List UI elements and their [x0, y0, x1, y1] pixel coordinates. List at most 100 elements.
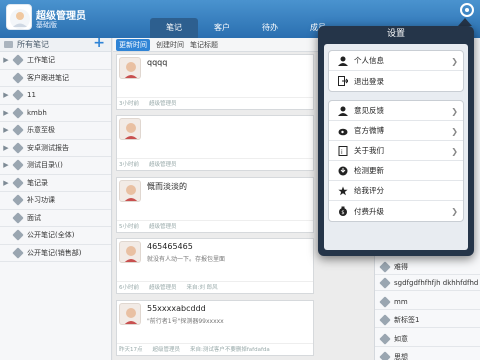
tag-item[interactable]: sgdfgdfhfhfjh dkhhfdfhd	[375, 276, 480, 291]
sidebar-item[interactable]: 公开笔记(销售部)	[0, 245, 111, 262]
note-card[interactable]: 3小时前 超级管理员	[116, 115, 314, 171]
tag-icon	[379, 261, 391, 273]
divider	[117, 281, 313, 282]
logout-icon	[335, 76, 351, 86]
person-icon	[335, 56, 351, 66]
notebook-tag-icon	[12, 54, 24, 66]
expand-caret-icon[interactable]: ▶	[0, 109, 12, 117]
svg-text:$: $	[341, 210, 344, 216]
notebook-tag-icon	[12, 124, 24, 136]
divider	[117, 158, 313, 159]
note-meta-item: 超级管理员	[149, 162, 177, 168]
moneybag-icon: $	[335, 206, 351, 216]
tag-item[interactable]: mm	[375, 295, 480, 310]
menu-item-label: 检测更新	[354, 166, 384, 175]
add-notebook-button[interactable]: +	[93, 36, 105, 50]
sidebar-item-label: kmbh	[27, 108, 47, 117]
expand-caret-icon[interactable]: ▶	[0, 161, 12, 169]
expand-caret-icon[interactable]: ▶	[0, 56, 12, 64]
tag-item[interactable]: 新标签1	[375, 313, 480, 328]
note-card[interactable]: 465465465 就没有人动一下。存报包里面 6小时前 超级管理员 来自:刘 郎风	[116, 238, 314, 294]
settings-menu-item[interactable]: 检测更新	[329, 161, 463, 181]
star-icon	[335, 186, 351, 196]
sidebar-item[interactable]: 补习功课	[0, 192, 111, 210]
update-icon	[335, 166, 351, 176]
sidebar-item[interactable]: ▶ 测试目录\()	[0, 157, 111, 175]
tab-todo[interactable]: 待办	[246, 18, 294, 38]
tag-icon	[379, 277, 391, 289]
note-card[interactable]: 慨而淡淡的 5小时前 超级管理员	[116, 177, 314, 233]
note-thumbnail	[119, 57, 141, 79]
tag-label: mm	[394, 298, 408, 306]
divider	[117, 220, 313, 221]
settings-icon[interactable]	[460, 3, 474, 17]
sidebar-item-label: 安卓测试报告	[27, 143, 69, 152]
sidebar-item-label: 笔记录	[27, 178, 48, 187]
note-card[interactable]: 55xxxxabcddd "前行者1号"探测器99xxxxx 昨天17点 超级管理员 来…	[116, 300, 314, 356]
sidebar-item-label: 测试目录\()	[27, 161, 63, 170]
sidebar-item[interactable]: 面试	[0, 210, 111, 227]
note-meta-item: 6小时前	[119, 285, 139, 291]
weibo-icon	[335, 126, 351, 136]
tag-icon	[379, 333, 391, 345]
settings-menu-item[interactable]: 官方微博 ❯	[329, 121, 463, 141]
note-meta-item: 3小时前	[119, 101, 139, 107]
notebook-tag-icon	[12, 159, 24, 171]
tab-notes[interactable]: 笔记	[150, 18, 198, 38]
sidebar-item[interactable]: ▶ kmbh	[0, 105, 111, 122]
settings-menu-item[interactable]: i 关于我们 ❯	[329, 141, 463, 161]
chevron-right-icon: ❯	[451, 127, 458, 136]
tag-item[interactable]: 难得	[375, 260, 480, 275]
tag-label: 思想	[394, 353, 408, 360]
tag-item[interactable]: 思想	[375, 350, 480, 360]
sidebar-header[interactable]: 所有笔记 +	[0, 36, 111, 52]
note-thumbnail	[119, 180, 141, 202]
popover-body: 个人信息 ❯ 退出登录 意见反馈 ❯ 官方微博 ❯ i 关于我们 ❯ 检测更新 给我评分 $ 付费升级 ❯	[324, 44, 468, 250]
note-meta: 昨天17点 超级管理员 来自:测试客户不要删掉fafdafda	[119, 345, 270, 353]
menu-item-label: 意见反馈	[354, 106, 384, 115]
note-snippet: 就没有人动一下。存报包里面	[147, 256, 226, 263]
sort-title[interactable]: 笔记标题	[190, 40, 218, 50]
note-thumbnail	[119, 241, 141, 263]
settings-menu-item[interactable]: 给我评分	[329, 181, 463, 201]
note-meta-item: 来自:测试客户不要删掉fafdafda	[190, 347, 270, 353]
settings-menu-item[interactable]: 退出登录	[329, 71, 463, 91]
notebook-tag-icon	[12, 212, 24, 224]
settings-popover: 设置 个人信息 ❯ 退出登录 意见反馈 ❯ 官方微博 ❯ i 关于我们 ❯ 检测更新 给我评分 $ 付费…	[318, 26, 474, 256]
note-snippet: "前行者1号"探测器99xxxxx	[147, 318, 224, 325]
note-meta: 5小时前 超级管理员	[119, 222, 177, 230]
expand-caret-icon[interactable]: ▶	[0, 144, 12, 152]
divider	[117, 343, 313, 344]
sidebar-item[interactable]: ▶ 安卓测试报告	[0, 140, 111, 157]
sidebar-item[interactable]: ▶ 工作笔记	[0, 52, 111, 70]
sidebar-item[interactable]: ▶ 乐意至极	[0, 122, 111, 140]
note-meta-item: 超级管理员	[149, 285, 177, 291]
sidebar-item[interactable]: ▶ 笔记录	[0, 175, 111, 192]
settings-menu-item[interactable]: $ 付费升级 ❯	[329, 201, 463, 221]
note-meta-item: 昨天17点	[119, 347, 143, 353]
expand-caret-icon[interactable]: ▶	[0, 126, 12, 134]
sort-created[interactable]: 创建时间	[156, 40, 184, 50]
settings-menu-item[interactable]: 意见反馈 ❯	[329, 101, 463, 121]
tag-item[interactable]: 如意	[375, 332, 480, 347]
sidebar-item[interactable]: ▶ 11	[0, 87, 111, 105]
note-title: 慨而淡淡的	[147, 182, 187, 191]
sidebar-item-label: 工作笔记	[27, 56, 55, 65]
plan-label: 基础版	[36, 21, 57, 29]
avatar[interactable]	[6, 4, 32, 30]
tag-icon	[379, 351, 391, 360]
tab-customers[interactable]: 客户	[198, 18, 246, 38]
settings-menu-item[interactable]: 个人信息 ❯	[329, 51, 463, 71]
tag-icon	[379, 314, 391, 326]
note-card[interactable]: qqqq 3小时前 超级管理员	[116, 54, 314, 110]
notebook-tag-icon	[12, 229, 24, 241]
sidebar-item[interactable]: 客户跟进笔记	[0, 70, 111, 87]
sort-updated[interactable]: 更新时间	[116, 38, 150, 51]
sidebar-item[interactable]: 公开笔记(全体)	[0, 227, 111, 245]
chevron-right-icon: ❯	[451, 207, 458, 216]
tag-label: 新标签1	[394, 316, 420, 324]
expand-caret-icon[interactable]: ▶	[0, 179, 12, 187]
chevron-right-icon: ❯	[451, 57, 458, 66]
divider	[117, 97, 313, 98]
expand-caret-icon[interactable]: ▶	[0, 91, 12, 99]
